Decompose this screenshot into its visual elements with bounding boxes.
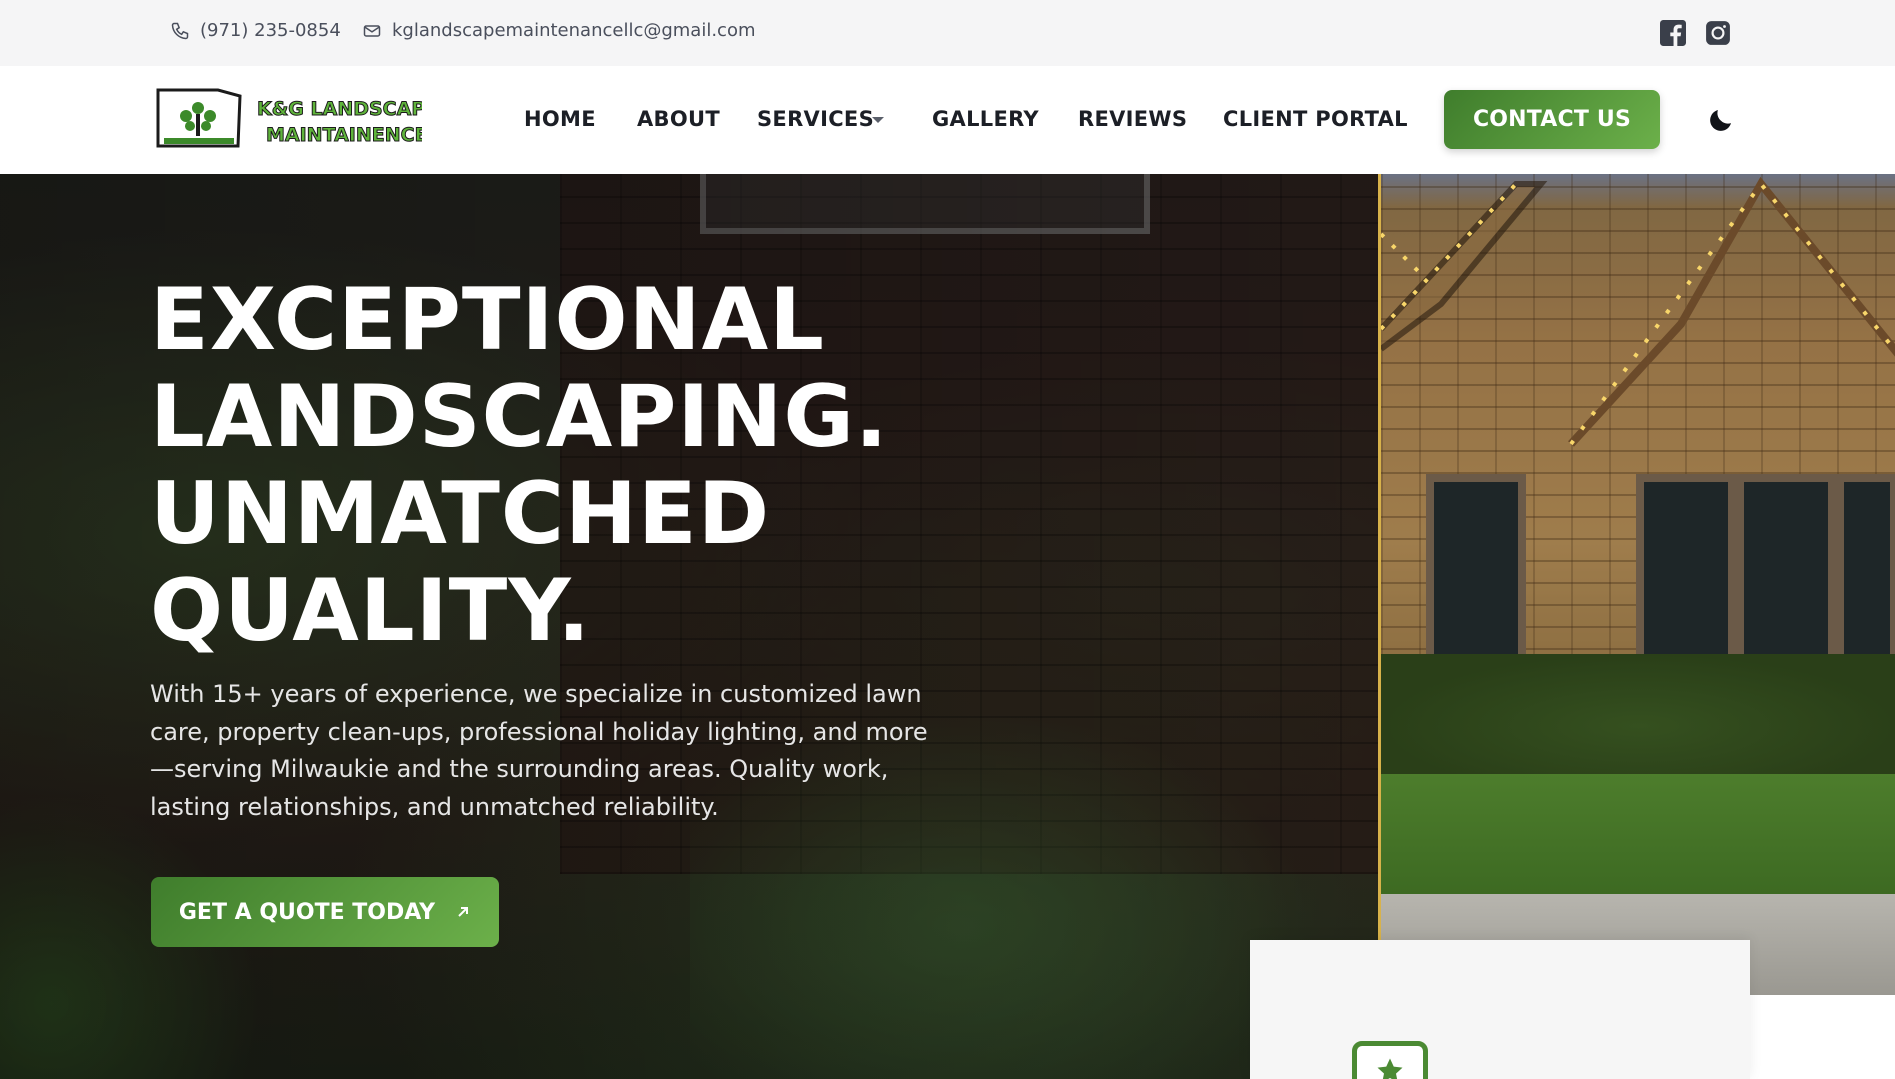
phone-number[interactable]: (971) 235-0854 xyxy=(200,20,341,41)
get-quote-label: GET A QUOTE TODAY xyxy=(178,899,436,925)
nav-reviews[interactable]: REVIEWS xyxy=(1078,107,1187,131)
logo-graphic: K&G LANDSCAPE MAINTAINENCE xyxy=(156,88,439,148)
contact-us-button[interactable]: CONTACT US xyxy=(1444,90,1660,149)
house-window-1 xyxy=(1426,474,1526,664)
house-window-4 xyxy=(1836,474,1895,664)
nav-home[interactable]: HOME xyxy=(524,107,596,131)
moon-icon[interactable] xyxy=(1706,105,1736,135)
lawn xyxy=(1381,774,1895,894)
mail-icon xyxy=(363,24,381,37)
contact-us-label: CONTACT US xyxy=(1472,107,1632,132)
hero-description: With 15+ years of experience, we special… xyxy=(150,680,928,821)
email-address[interactable]: kglandscapemaintenancellc@gmail.com xyxy=(392,20,756,41)
star-badge xyxy=(1352,1041,1428,1079)
chevron-down-icon[interactable] xyxy=(872,117,884,123)
logo-text-line2: MAINTAINENCE xyxy=(266,124,422,146)
hero-title-line-3: UNMATCHED xyxy=(150,464,771,564)
get-quote-button[interactable]: GET A QUOTE TODAY xyxy=(151,877,499,947)
top-info-bar: (971) 235-0854 kglandscapemaintenancellc… xyxy=(0,0,1895,66)
phone-contact[interactable]: (971) 235-0854 xyxy=(170,20,341,41)
hero-title-line-4: QUALITY. xyxy=(150,561,592,661)
house-window-2 xyxy=(1636,474,1736,664)
instagram-icon[interactable] xyxy=(1705,20,1731,46)
logo-text-line1: K&G LANDSCAPE xyxy=(257,98,422,120)
feature-card xyxy=(1250,940,1750,1079)
company-logo[interactable]: K&G LANDSCAPE MAINTAINENCE xyxy=(154,86,439,154)
star-icon xyxy=(1377,1058,1403,1079)
nav-about[interactable]: ABOUT xyxy=(637,107,720,131)
nav-services[interactable]: SERVICES xyxy=(757,107,874,131)
hero-title-line-2: LANDSCAPING. xyxy=(150,367,889,467)
hero-title: EXCEPTIONAL LANDSCAPING. UNMATCHED QUALI… xyxy=(150,272,1050,660)
house-window-3 xyxy=(1736,474,1836,664)
hero-title-line-1: EXCEPTIONAL xyxy=(150,270,825,370)
holiday-roof-lights xyxy=(1381,176,1895,447)
house-lighting-photo xyxy=(1378,174,1895,995)
hedge xyxy=(1381,654,1895,774)
facebook-icon[interactable] xyxy=(1660,20,1686,46)
email-contact[interactable]: kglandscapemaintenancellc@gmail.com xyxy=(362,20,756,41)
nav-gallery[interactable]: GALLERY xyxy=(932,107,1039,131)
arrow-up-right-icon xyxy=(458,907,469,917)
nav-client-portal[interactable]: CLIENT PORTAL xyxy=(1223,107,1408,131)
phone-icon xyxy=(171,22,189,39)
